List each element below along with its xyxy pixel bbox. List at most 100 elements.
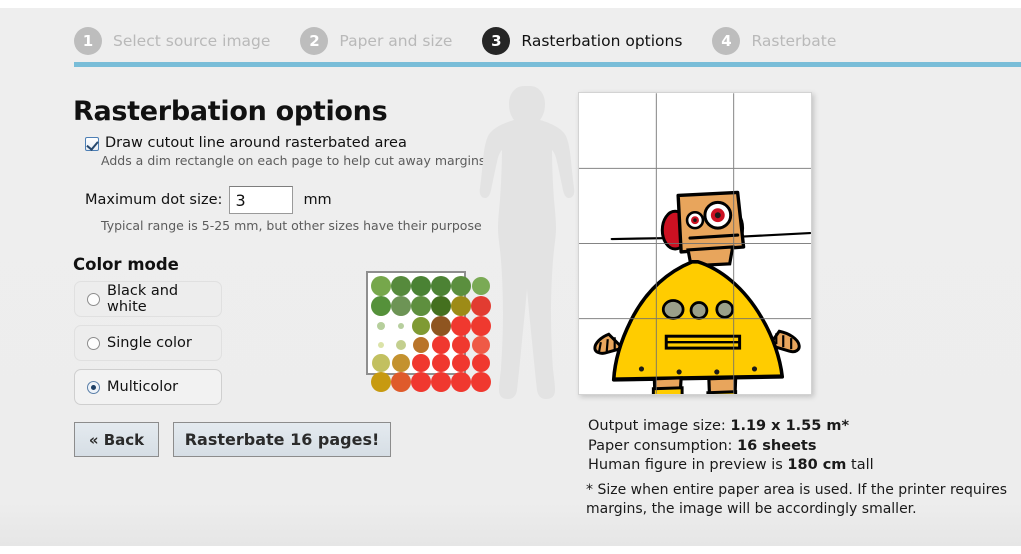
swatch-cell — [371, 354, 391, 372]
swatch-dot — [451, 316, 471, 336]
app-window: 1 Select source image 2 Paper and size 3… — [0, 0, 1021, 554]
swatch-cell — [451, 372, 471, 392]
swatch-cell — [371, 316, 391, 336]
human-suffix: tall — [851, 457, 874, 474]
paper-label: Paper consumption: — [588, 437, 733, 454]
radio-icon — [87, 292, 100, 306]
swatch-dot — [432, 336, 450, 354]
back-button[interactable]: « Back — [74, 422, 159, 457]
swatch-cell — [451, 276, 471, 296]
dot-size-unit: mm — [303, 192, 332, 208]
swatch-cell — [431, 372, 451, 392]
color-mode-heading: Color mode — [73, 255, 179, 274]
swatch-cell — [431, 276, 451, 296]
swatch-dot — [412, 317, 430, 335]
size-footnote: * Size when entire paper area is used. I… — [586, 482, 1008, 518]
swatch-dot — [431, 276, 451, 296]
color-mode-label-0: Black and white — [107, 283, 179, 315]
human-figure-line: Human figure in preview is 180 cm tall — [588, 456, 874, 476]
step-label-2: Paper and size — [339, 32, 453, 50]
swatch-cell — [411, 372, 431, 392]
step-label-1: Select source image — [113, 32, 271, 50]
swatch-dot — [431, 372, 451, 392]
color-mode-preview-swatch — [366, 271, 491, 392]
color-mode-single-color[interactable]: Single color — [74, 325, 222, 361]
step-label-4: Rasterbate — [751, 32, 837, 50]
step-number-4: 4 — [712, 27, 741, 55]
dot-size-label: Maximum dot size: — [85, 192, 223, 208]
swatch-dot — [396, 340, 406, 350]
wizard-step-4[interactable]: 4 Rasterbate — [712, 27, 836, 55]
step-number-2: 2 — [300, 27, 329, 55]
swatch-cell — [411, 316, 431, 336]
swatch-dot — [451, 296, 471, 316]
swatch-dot — [398, 323, 404, 329]
swatch-cell — [391, 296, 411, 316]
output-size-line: Output image size: 1.19 x 1.55 m* — [588, 417, 874, 437]
swatch-dot — [391, 276, 411, 296]
swatch-dot — [452, 354, 470, 372]
swatch-cell — [411, 276, 431, 296]
swatch-dot — [451, 372, 471, 392]
dot-size-row: Maximum dot size: mm — [85, 186, 332, 214]
color-mode-black-and-white[interactable]: Black and white — [74, 281, 222, 317]
accent-rule — [74, 62, 1021, 67]
output-info: Output image size: 1.19 x 1.55 m* Paper … — [588, 417, 874, 476]
swatch-cell — [391, 316, 411, 336]
swatch-dot — [371, 372, 391, 392]
swatch-dot — [451, 276, 471, 296]
human-scale-figure — [472, 82, 584, 422]
radio-icon-selected — [87, 380, 100, 394]
swatch-dot — [413, 337, 429, 353]
color-mode-label-2: Multicolor — [107, 379, 179, 395]
wizard-steps: 1 Select source image 2 Paper and size 3… — [74, 22, 866, 60]
radio-icon — [87, 336, 100, 350]
swatch-dot — [411, 296, 431, 316]
wizard-step-1[interactable]: 1 Select source image — [74, 27, 270, 55]
action-buttons: « Back Rasterbate 16 pages! — [74, 422, 391, 457]
swatch-cell — [391, 336, 411, 354]
swatch-dot — [452, 336, 470, 354]
swatch-dot — [377, 322, 385, 330]
swatch-cell — [431, 354, 451, 372]
swatch-cell — [371, 296, 391, 316]
swatch-dot — [391, 296, 411, 316]
dot-size-input[interactable] — [229, 186, 294, 214]
color-mode-group: Black and white Single color Multicolor — [74, 281, 222, 413]
page-title: Rasterbation options — [73, 96, 388, 127]
swatch-cell — [391, 276, 411, 296]
swatch-cell — [371, 336, 391, 354]
cutout-hint: Adds a dim rectangle on each page to hel… — [101, 153, 486, 168]
swatch-dot — [411, 276, 431, 296]
swatch-dot — [391, 372, 411, 392]
swatch-cell — [451, 336, 471, 354]
swatch-cell — [451, 316, 471, 336]
swatch-cell — [431, 296, 451, 316]
swatch-dot — [371, 296, 391, 316]
human-prefix: Human figure in preview is — [588, 457, 783, 474]
output-size-value: 1.19 x 1.55 m* — [730, 418, 850, 434]
wizard-step-3[interactable]: 3 Rasterbation options — [482, 27, 682, 55]
swatch-dot — [372, 354, 390, 372]
step-label-3: Rasterbation options — [521, 32, 683, 50]
color-mode-multicolor[interactable]: Multicolor — [74, 369, 222, 405]
swatch-dot — [412, 354, 430, 372]
swatch-dot — [378, 342, 384, 348]
swatch-dot — [432, 354, 450, 372]
paper-consumption-line: Paper consumption: 16 sheets — [588, 437, 874, 457]
human-value: 180 cm — [787, 457, 847, 474]
swatch-cell — [431, 336, 451, 354]
swatch-dot — [371, 276, 391, 296]
cutout-line-option[interactable]: Draw cutout line around rasterbated area — [85, 135, 407, 152]
output-size-label: Output image size: — [588, 418, 726, 434]
rasterbate-button[interactable]: Rasterbate 16 pages! — [173, 422, 391, 457]
step-number-3: 3 — [482, 27, 511, 55]
cutout-checkbox[interactable] — [85, 137, 99, 151]
swatch-cell — [411, 296, 431, 316]
swatch-dot — [411, 372, 431, 392]
swatch-cell — [411, 336, 431, 354]
wizard-step-2[interactable]: 2 Paper and size — [300, 27, 452, 55]
swatch-cell — [391, 354, 411, 372]
cutout-label: Draw cutout line around rasterbated area — [105, 135, 407, 151]
swatch-cell — [451, 354, 471, 372]
